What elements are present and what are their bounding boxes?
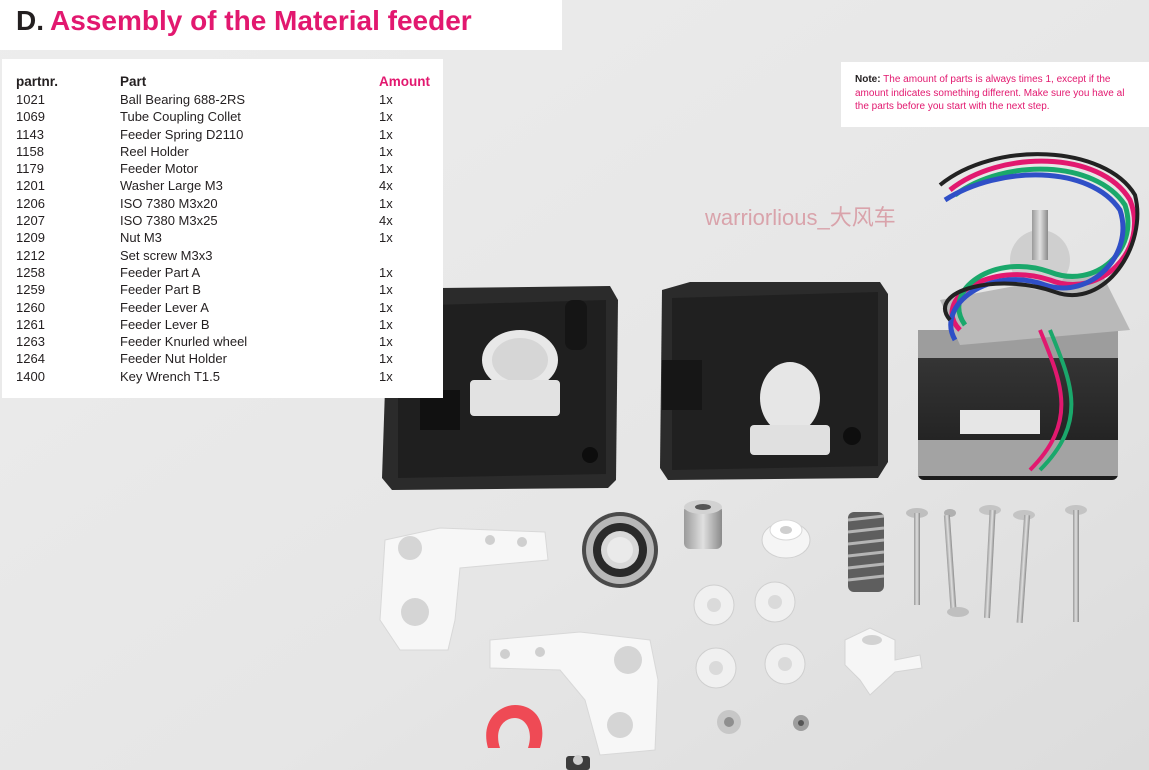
- table-row: 1179 Feeder Motor 1x: [16, 160, 439, 177]
- table-row: 1207 ISO 7380 M3x25 4x: [16, 212, 439, 229]
- cell-amount: 1x: [379, 92, 393, 107]
- table-row: 1261 Feeder Lever B 1x: [16, 316, 439, 333]
- table-row: 1209 Nut M3 1x: [16, 229, 439, 246]
- cell-part: Nut M3: [120, 230, 162, 246]
- cell-partnr: 1143: [16, 126, 44, 142]
- cell-amount: 1x: [379, 126, 393, 142]
- table-row: 1201 Washer Large M3 4x: [16, 177, 439, 194]
- table-row: 1158 Reel Holder 1x: [16, 143, 439, 160]
- cell-part: ISO 7380 M3x25: [120, 213, 218, 229]
- cell-amount: 1x: [379, 230, 393, 246]
- cell-part: Tube Coupling Collet: [120, 109, 241, 125]
- cell-part: Feeder Knurled wheel: [120, 334, 248, 350]
- cell-partnr: 1261: [16, 316, 45, 332]
- cell-part: Washer Large M3: [120, 178, 223, 194]
- cell-amount: 1x: [379, 109, 393, 125]
- cell-part: Feeder Part B: [120, 282, 201, 298]
- cell-amount: 1x: [379, 334, 393, 350]
- feeder-spring-image: [847, 512, 885, 592]
- table-row: 1263 Feeder Knurled wheel 1x: [16, 333, 439, 350]
- cell-part: Feeder Lever A: [120, 299, 209, 315]
- section-title: D. Assembly of the Material feeder: [0, 0, 562, 50]
- cell-partnr: 1179: [16, 161, 44, 177]
- cell-partnr: 1259: [16, 282, 45, 298]
- cell-partnr: 1207: [16, 213, 45, 229]
- cell-amount: 1x: [379, 299, 393, 315]
- note-text: The amount of parts is always times 1, e…: [855, 74, 1125, 112]
- cell-amount: 1x: [379, 161, 393, 177]
- cell-partnr: 1201: [16, 178, 45, 194]
- table-row: 1143 Feeder Spring D2110 1x: [16, 126, 439, 143]
- header-part: Part: [120, 74, 147, 89]
- cell-part: Set screw M3x3: [120, 247, 213, 263]
- table-row: 1069 Tube Coupling Collet 1x: [16, 108, 439, 125]
- table-row: 1258 Feeder Part A 1x: [16, 264, 439, 281]
- ball-bearing-image: [582, 512, 658, 588]
- note-panel: Note: The amount of parts is always time…: [841, 62, 1149, 127]
- cell-part: Feeder Nut Holder: [120, 351, 227, 367]
- section-letter: D.: [16, 5, 44, 36]
- feeder-part-b-image: [660, 282, 888, 480]
- cell-amount: 1x: [379, 316, 393, 332]
- section-title-text: Assembly of the Material feeder: [50, 5, 472, 36]
- cell-amount: 1x: [379, 143, 393, 159]
- cell-part: ISO 7380 M3x20: [120, 195, 218, 211]
- table-row: 1021 Ball Bearing 688-2RS 1x: [16, 91, 439, 108]
- cell-partnr: 1260: [16, 299, 45, 315]
- cell-partnr: 1400: [16, 368, 45, 384]
- cell-part: Ball Bearing 688-2RS: [120, 92, 246, 107]
- cell-partnr: 1021: [16, 92, 45, 107]
- cell-part: Feeder Part A: [120, 264, 201, 280]
- table-row: 1400 Key Wrench T1.5 1x: [16, 368, 439, 385]
- cell-partnr: 1258: [16, 264, 45, 280]
- cell-amount: 1x: [379, 351, 393, 367]
- table-row: 1212 Set screw M3x3: [16, 247, 439, 264]
- cell-part: Key Wrench T1.5: [120, 368, 220, 384]
- cell-partnr: 1158: [16, 143, 44, 159]
- cell-part: Feeder Lever B: [120, 316, 210, 332]
- parts-table: partnr. Part Amount 1021 Ball Bearing 688…: [16, 73, 439, 385]
- table-row: 1206 ISO 7380 M3x20 1x: [16, 195, 439, 212]
- cell-amount: 1x: [379, 195, 393, 211]
- table-row: 1259 Feeder Part B 1x: [16, 281, 439, 298]
- cell-partnr: 1263: [16, 334, 45, 350]
- cell-part: Feeder Motor: [120, 161, 199, 177]
- watermark: warriorlious_大风车: [705, 205, 896, 230]
- cell-part: Feeder Spring D2110: [120, 126, 244, 142]
- knurled-wheel-image: [684, 500, 722, 549]
- cell-amount: [379, 247, 439, 264]
- cell-partnr: 1264: [16, 351, 45, 367]
- cell-amount: 1x: [379, 368, 393, 384]
- header-partnr: partnr.: [16, 74, 59, 89]
- cell-partnr: 1206: [16, 195, 45, 211]
- cell-partnr: 1209: [16, 230, 45, 246]
- cell-partnr: 1212: [16, 247, 45, 263]
- table-row: 1260 Feeder Lever A 1x: [16, 299, 439, 316]
- table-row: 1264 Feeder Nut Holder 1x: [16, 350, 439, 367]
- note-label: Note:: [855, 74, 881, 85]
- set-screw-image: [793, 715, 809, 731]
- parts-table-header: partnr. Part Amount: [16, 73, 439, 91]
- cell-amount: 4x: [379, 178, 393, 194]
- cell-part: Reel Holder: [120, 143, 189, 159]
- cell-amount: 1x: [379, 264, 393, 280]
- parts-list-panel: partnr. Part Amount 1021 Ball Bearing 688…: [2, 59, 443, 398]
- cell-amount: 1x: [379, 282, 393, 298]
- key-wrench-image: [566, 755, 590, 770]
- header-amount: Amount: [379, 74, 430, 89]
- nut-image: [717, 710, 741, 734]
- cell-amount: 4x: [379, 213, 393, 229]
- cell-partnr: 1069: [16, 109, 45, 125]
